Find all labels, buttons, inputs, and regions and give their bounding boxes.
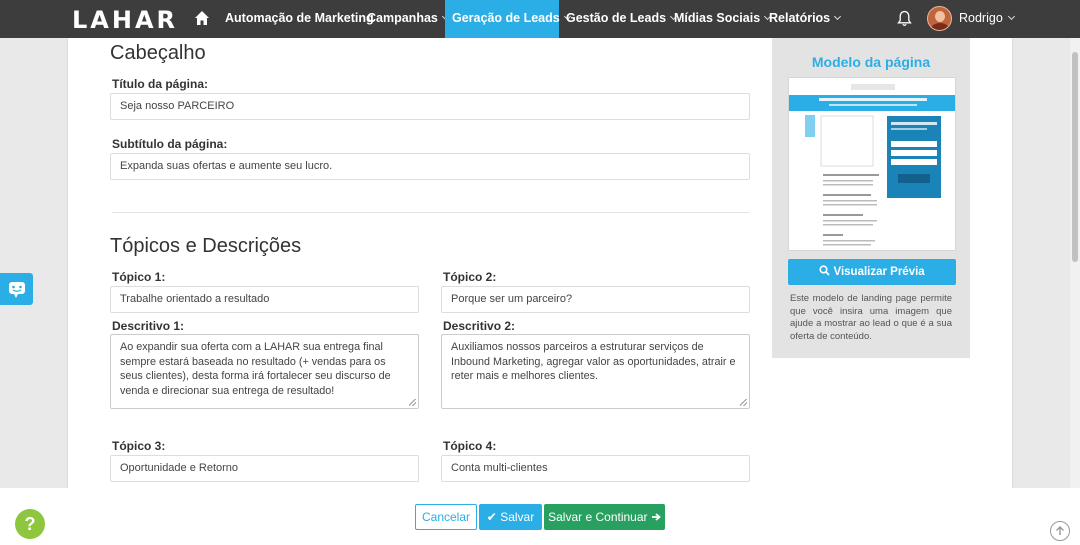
topic-1-label: Tópico 1: xyxy=(112,270,166,284)
nav-label: Geração de Leads xyxy=(452,11,560,25)
preview-button[interactable]: Visualizar Prévia xyxy=(788,259,956,285)
search-icon xyxy=(819,265,830,276)
chat-icon xyxy=(9,282,25,298)
arrow-right-icon xyxy=(651,513,661,521)
topic-4-label: Tópico 4: xyxy=(443,439,497,453)
nav-gestao-leads[interactable]: Gestão de Leads xyxy=(559,0,683,38)
avatar[interactable] xyxy=(927,6,952,31)
chevron-down-icon xyxy=(834,12,842,21)
preview-description: Este modelo de landing page permite que … xyxy=(790,293,952,342)
resize-handle-icon[interactable] xyxy=(409,399,416,406)
chevron-down-icon xyxy=(1007,12,1015,21)
description-2-text: Auxiliamos nossos parceiros a estruturar… xyxy=(451,341,736,382)
nav-label: Automação de Marketing xyxy=(225,11,374,25)
save-continue-label: Salvar e Continuar xyxy=(548,510,648,524)
description-2-textarea[interactable]: Auxiliamos nossos parceiros a estruturar… xyxy=(441,334,750,409)
nav-midias-sociais[interactable]: Mídias Sociais xyxy=(667,0,777,38)
template-preview-panel: Modelo da página Visualizar Prévia Este … xyxy=(772,38,970,358)
nav-label: Gestão de Leads xyxy=(566,11,667,25)
nav-label: Mídias Sociais xyxy=(674,11,761,25)
home-icon[interactable] xyxy=(194,10,210,26)
page-title-label: Título da página: xyxy=(112,77,208,91)
page-subtitle-input[interactable]: Expanda suas ofertas e aumente seu lucro… xyxy=(110,153,750,180)
section-title-cabecalho: Cabeçalho xyxy=(110,42,206,64)
page-title-input[interactable]: Seja nosso PARCEIRO xyxy=(110,93,750,120)
section-title-topicos: Tópicos e Descrições xyxy=(110,235,302,257)
nav-geracao-leads[interactable]: Geração de Leads xyxy=(445,0,571,38)
nav-label: Campanhas xyxy=(367,11,438,25)
preview-title: Modelo da página xyxy=(811,54,931,70)
nav-automacao-marketing[interactable]: Automação de Marketing xyxy=(218,0,381,38)
user-name: Rodrigo xyxy=(959,11,1003,25)
nav-label: Relatórios xyxy=(769,11,831,25)
bell-icon[interactable] xyxy=(897,10,912,27)
check-icon: ✔ xyxy=(486,510,497,524)
help-button[interactable]: ? xyxy=(15,509,45,539)
preview-button-label: Visualizar Prévia xyxy=(833,266,925,278)
topic-2-label: Tópico 2: xyxy=(443,270,497,284)
topic-2-input[interactable]: Porque ser um parceiro? xyxy=(441,286,750,313)
template-thumbnail xyxy=(788,77,956,251)
lahar-logo[interactable]: LAHAR xyxy=(72,6,178,34)
top-navigation-bar: LAHAR Automação de Marketing Campanhas G… xyxy=(0,0,1080,38)
description-2-label: Descritivo 2: xyxy=(443,319,516,333)
page-subtitle-label: Subtítulo da página: xyxy=(112,137,228,151)
chat-button[interactable] xyxy=(0,273,33,305)
description-1-text: Ao expandir sua oferta com a LAHAR sua e… xyxy=(120,341,391,397)
scrollbar-thumb[interactable] xyxy=(1072,52,1078,262)
topic-3-label: Tópico 3: xyxy=(112,439,166,453)
topic-1-input[interactable]: Trabalhe orientado a resultado xyxy=(110,286,419,313)
section-divider xyxy=(112,212,750,213)
description-1-textarea[interactable]: Ao expandir sua oferta com a LAHAR sua e… xyxy=(110,334,419,409)
help-icon: ? xyxy=(24,514,36,534)
topic-4-input[interactable]: Conta multi-clientes xyxy=(441,455,750,482)
scroll-to-top-button[interactable] xyxy=(1050,521,1070,541)
nav-relatorios[interactable]: Relatórios xyxy=(762,0,847,38)
description-1-label: Descritivo 1: xyxy=(112,319,185,333)
nav-campanhas[interactable]: Campanhas xyxy=(360,0,455,38)
arrow-up-icon xyxy=(1056,526,1064,535)
cancel-button[interactable]: Cancelar xyxy=(415,504,477,530)
topic-3-input[interactable]: Oportunidade e Retorno xyxy=(110,455,419,482)
save-and-continue-button[interactable]: Salvar e Continuar xyxy=(544,504,665,530)
save-button[interactable]: ✔ Salvar xyxy=(479,504,542,530)
save-button-label: Salvar xyxy=(500,510,535,524)
template-thumbnail-image xyxy=(789,78,955,250)
resize-handle-icon[interactable] xyxy=(740,399,747,406)
user-menu[interactable]: Rodrigo xyxy=(959,0,1015,37)
